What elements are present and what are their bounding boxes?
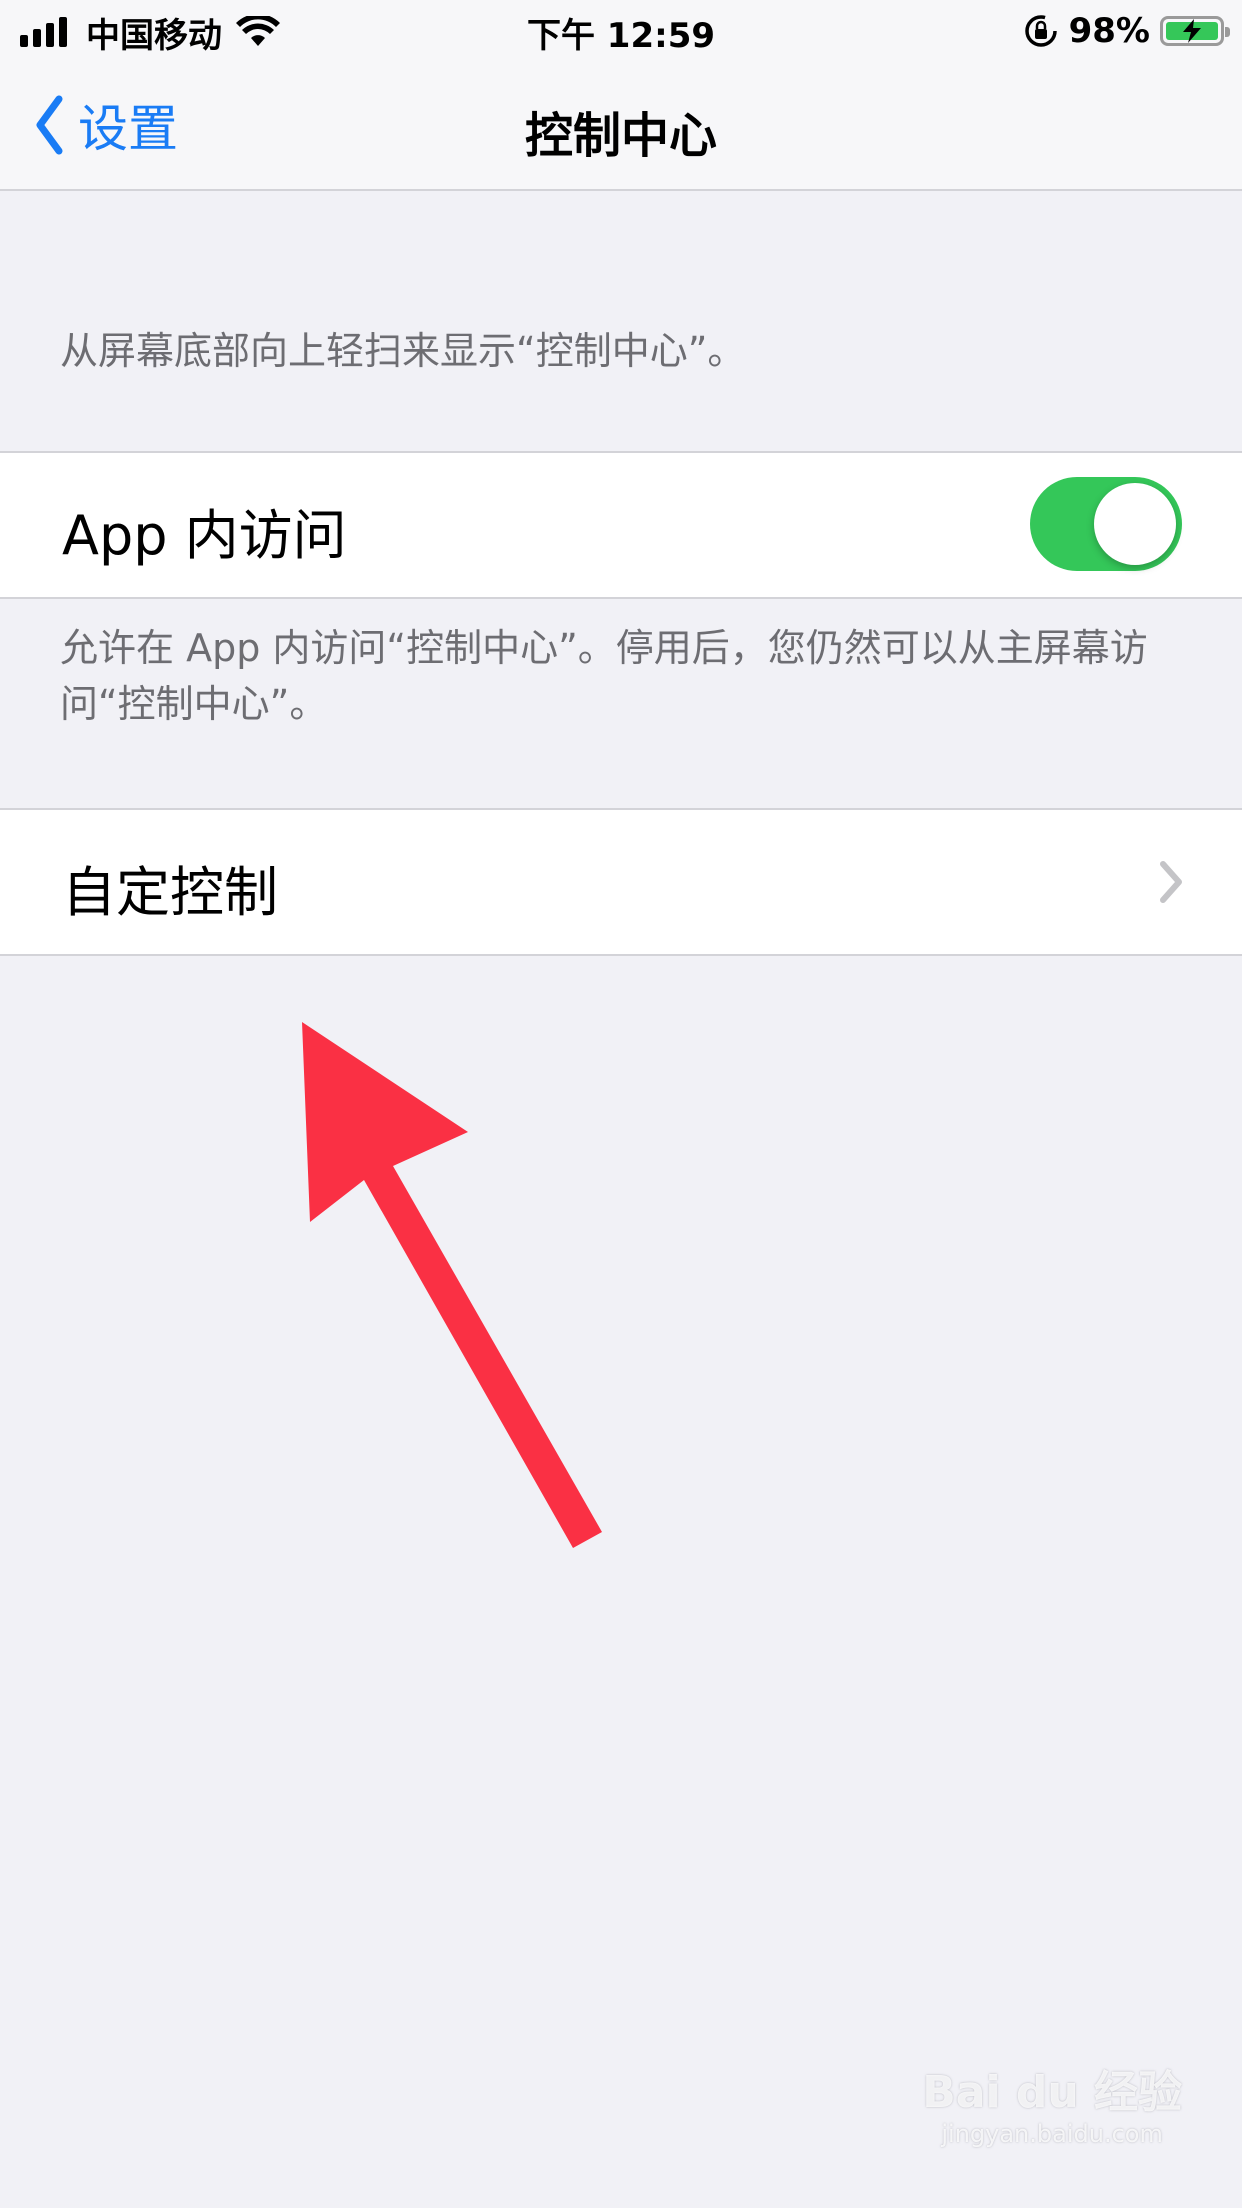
watermark-brand: Bai du 经验 [922, 2067, 1182, 2118]
customize-controls-cell[interactable]: 自定控制 [0, 808, 1242, 956]
battery-percent: 98% [1068, 11, 1150, 51]
orientation-lock-icon [1024, 15, 1057, 47]
chevron-right-icon [1160, 861, 1182, 903]
watermark-url: jingyan.baidu.com [941, 2120, 1163, 2148]
toggle-knob [1094, 483, 1176, 565]
access-footer-text: 允许在 App 内访问“控制中心”。停用后，您仍然可以从主屏幕访问“控制中心”。 [60, 626, 1148, 726]
access-in-apps-toggle[interactable] [1030, 477, 1182, 571]
battery-charging-icon [1160, 16, 1230, 46]
page-title: 控制中心 [524, 108, 717, 164]
access-in-apps-label: App 内访问 [62, 504, 347, 567]
battery-nub [1225, 27, 1230, 37]
screen: 中国移动 下午 12:59 98% 设置 控制中心 从屏幕底部向上轻扫来显示“控… [0, 0, 1242, 2208]
status-right: 98% [1023, 8, 1230, 54]
watermark: Bai du 经验 jingyan.baidu.com [922, 2056, 1182, 2148]
customize-controls-label: 自定控制 [62, 861, 278, 924]
annotation-arrow-icon [302, 1022, 602, 1548]
bolt-icon [1183, 19, 1201, 43]
intro-text: 从屏幕底部向上轻扫来显示“控制中心”。 [60, 329, 746, 373]
status-bar: 中国移动 下午 12:59 98% [0, 0, 1242, 62]
access-in-apps-cell: App 内访问 [0, 451, 1242, 599]
nav-bar: 设置 控制中心 [0, 62, 1242, 191]
